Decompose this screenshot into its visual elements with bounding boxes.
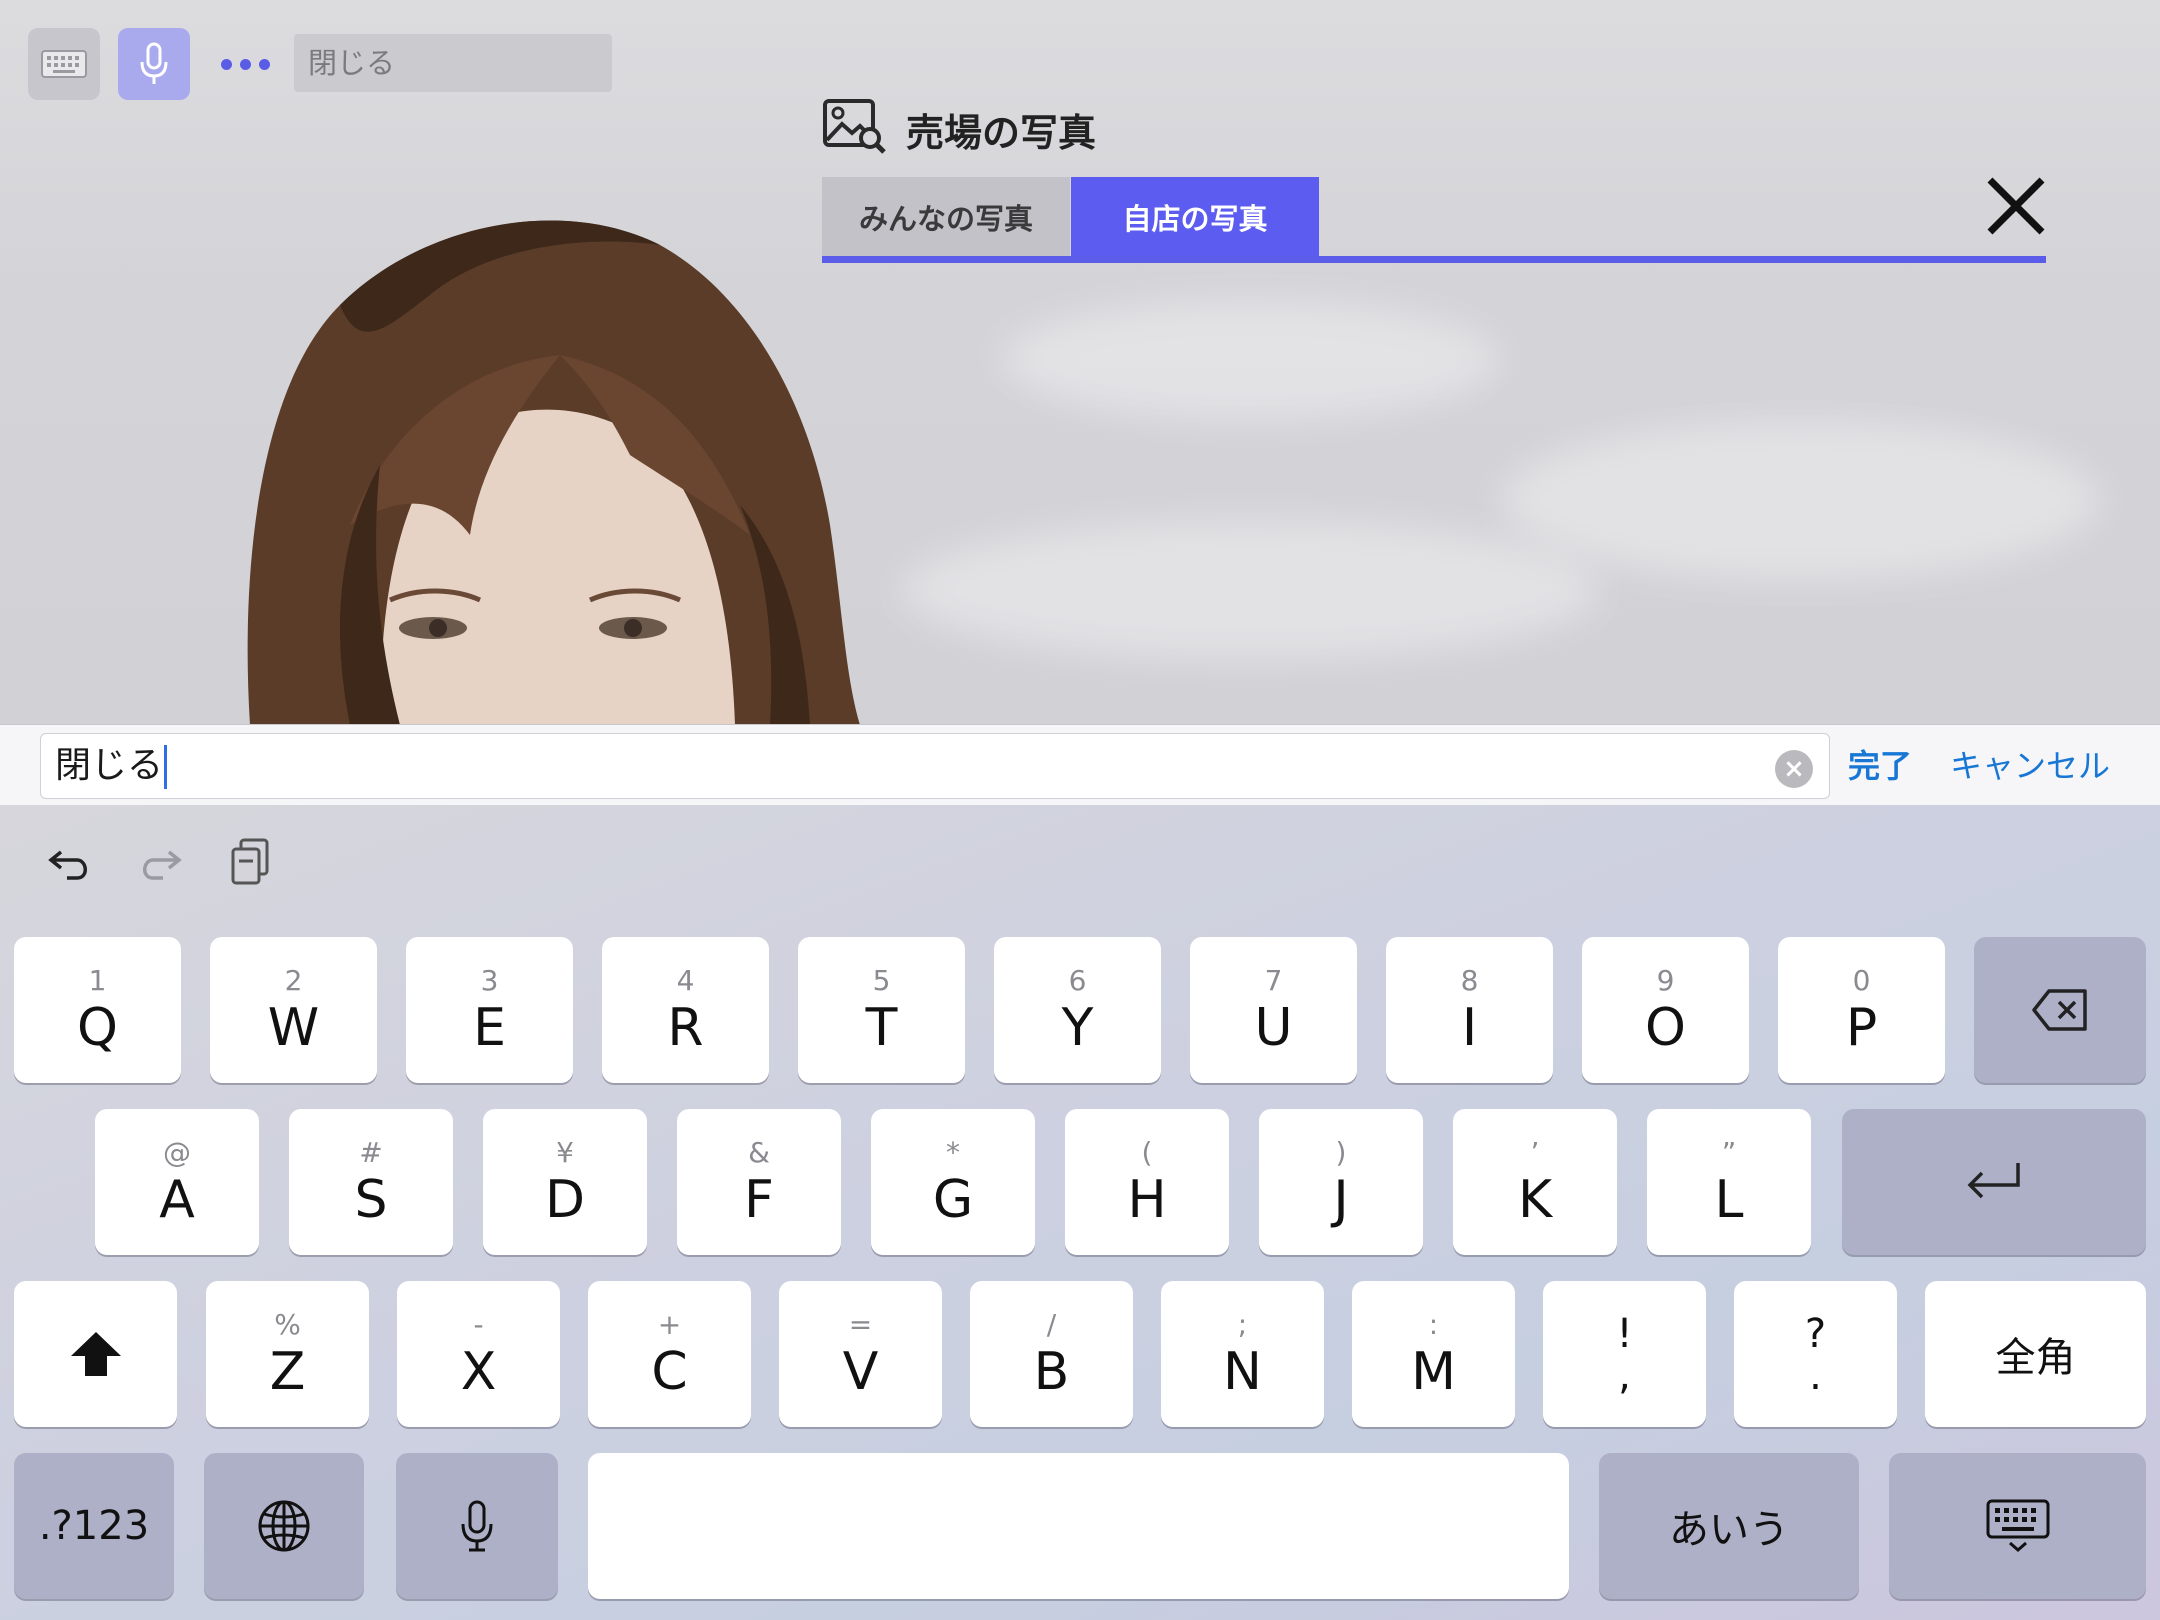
tab-own-store-photos[interactable]: 自店の写真: [1071, 177, 1319, 257]
return-key[interactable]: [1842, 1109, 2146, 1255]
globe-icon: [258, 1500, 310, 1552]
key-z[interactable]: % Z: [206, 1281, 369, 1427]
key-o[interactable]: 9O: [1582, 937, 1749, 1083]
key-a[interactable]: @ A: [95, 1109, 259, 1255]
key-f[interactable]: & F: [677, 1109, 841, 1255]
microphone-icon: [461, 1500, 493, 1552]
text-caret: [164, 745, 168, 789]
redo-button[interactable]: [130, 827, 190, 897]
key-y[interactable]: 6Y: [994, 937, 1161, 1083]
key-n[interactable]: ; N: [1161, 1281, 1324, 1427]
microphone-icon: [140, 42, 168, 84]
key-c[interactable]: + C: [588, 1281, 751, 1427]
dismiss-keyboard-key[interactable]: [1889, 1453, 2146, 1599]
close-icon[interactable]: [1984, 174, 2048, 238]
key-v[interactable]: = V: [779, 1281, 942, 1427]
keyboard-toggle-button[interactable]: [28, 28, 100, 100]
input-value: 閉じる: [55, 745, 164, 786]
key-i[interactable]: 8I: [1386, 937, 1553, 1083]
key-s[interactable]: # S: [289, 1109, 453, 1255]
backspace-icon: [2032, 989, 2087, 1031]
globe-key[interactable]: [204, 1453, 364, 1599]
avatar-stage: 閉じる 売場の写真 みんなの写真 自店の写真: [0, 0, 2160, 724]
redo-icon: [143, 850, 182, 880]
kana-key[interactable]: あいう: [1599, 1453, 1859, 1599]
key-t[interactable]: 5T: [798, 937, 965, 1083]
done-button[interactable]: 完了: [1848, 741, 1912, 787]
dictation-key[interactable]: [396, 1453, 558, 1599]
space-key[interactable]: [588, 1453, 1569, 1599]
key-e[interactable]: 3E: [406, 937, 573, 1083]
keyboard-icon: [41, 50, 87, 78]
undo-icon: [48, 850, 87, 880]
key-m[interactable]: :M: [1352, 1281, 1515, 1427]
key-k[interactable]: ’ K: [1453, 1109, 1617, 1255]
key-x[interactable]: -X: [397, 1281, 560, 1427]
key-d[interactable]: ¥ D: [483, 1109, 647, 1255]
cancel-button[interactable]: キャンセル: [1950, 741, 2110, 787]
key-w[interactable]: 2W: [210, 937, 377, 1083]
background-cloud: [1500, 420, 2100, 580]
clipboard-icon: [231, 838, 269, 885]
numbers-key[interactable]: .?123: [14, 1453, 174, 1599]
shift-key[interactable]: [14, 1281, 177, 1427]
key-j[interactable]: ) J: [1259, 1109, 1423, 1255]
clear-icon[interactable]: ×: [1775, 750, 1813, 788]
key-b[interactable]: / B: [970, 1281, 1133, 1427]
text-input-field[interactable]: 閉じる ×: [40, 733, 1830, 799]
key-q[interactable]: 1Q: [14, 937, 181, 1083]
key-h[interactable]: (H: [1065, 1109, 1229, 1255]
photo-search-icon: [823, 99, 886, 154]
avatar-character: [247, 220, 860, 724]
key-comma[interactable]: !,: [1543, 1281, 1706, 1427]
more-options-button[interactable]: [210, 28, 280, 100]
toolbar-text-field[interactable]: 閉じる: [294, 34, 612, 92]
software-keyboard: 1Q 2W 3E 4R 5T 6Y 7U 8I 9O 0P @ A # S ¥ D &…: [0, 805, 2160, 1620]
shift-icon: [70, 1332, 121, 1376]
return-icon: [1967, 1163, 2020, 1199]
mic-toggle-button[interactable]: [118, 28, 190, 100]
undo-button[interactable]: [40, 827, 100, 897]
zenkaku-key[interactable]: 全角: [1925, 1281, 2146, 1427]
text-input-bar: 閉じる × 完了 キャンセル: [0, 724, 2160, 806]
key-l[interactable]: ” L: [1647, 1109, 1811, 1255]
paste-button[interactable]: [220, 827, 280, 897]
tab-underline: [822, 256, 2046, 263]
keyboard-dismiss-icon: [1986, 1499, 2049, 1552]
key-period[interactable]: ?.: [1734, 1281, 1897, 1427]
key-r[interactable]: 4R: [602, 937, 769, 1083]
background-cloud: [1000, 300, 1500, 420]
delete-key[interactable]: [1974, 937, 2146, 1083]
key-p[interactable]: 0P: [1778, 937, 1945, 1083]
key-u[interactable]: 7U: [1190, 937, 1357, 1083]
key-g[interactable]: * G: [871, 1109, 1035, 1255]
panel-title: 売場の写真: [906, 111, 1097, 155]
background-cloud: [900, 520, 1600, 660]
